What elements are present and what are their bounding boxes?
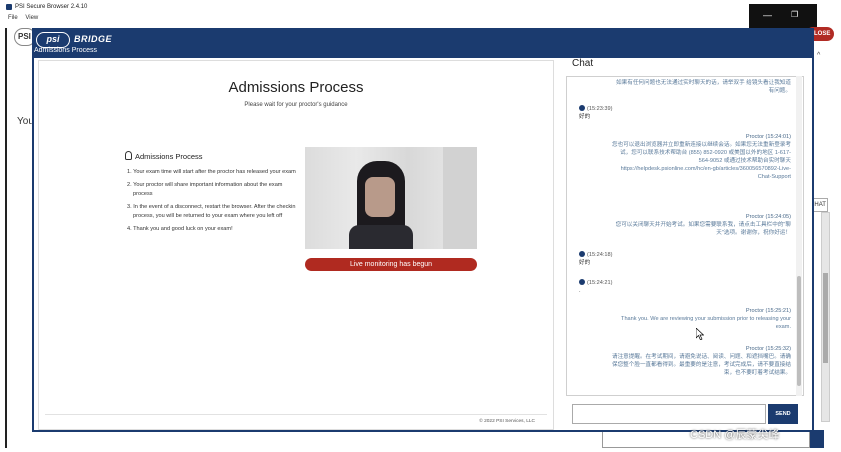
chat-message-time: (15:24:21): [579, 279, 613, 286]
chat-message: (15:24:18) 好的: [579, 251, 779, 267]
header-subtitle: Admissions Process: [34, 47, 98, 54]
live-monitoring-banner: Live monitoring has begun: [305, 258, 477, 271]
footer-divider: [45, 414, 547, 415]
chat-scrollbar[interactable]: [796, 76, 802, 396]
minimize-icon[interactable]: —: [763, 10, 772, 20]
instructions-list: 1. Your exam time will start after the p…: [127, 168, 297, 238]
user-icon: [579, 279, 585, 285]
chat-input[interactable]: [572, 404, 766, 424]
chat-log[interactable]: 如果有任何问题也无法通过实时聊天的话，请举双手 给镜头看让我知道有问题。 (15…: [566, 76, 804, 396]
mouse-cursor-icon: [696, 328, 704, 340]
chat-message-text: 好的: [579, 114, 591, 120]
chat-message-text: 如果有任何问题也无法通过实时聊天的话，请举双手 给镜头看让我知道有问题。: [616, 80, 791, 94]
bridge-logo: BRIDGE: [74, 34, 113, 44]
chat-message-time: (15:23:39): [579, 105, 613, 112]
chat-scroll-thumb[interactable]: [797, 276, 801, 386]
left-border: [5, 28, 7, 448]
main-pane: Admissions Process Please wait for your …: [38, 60, 554, 430]
photo-background: [443, 147, 477, 249]
psi-logo: psi: [36, 32, 70, 48]
chat-message-time-text: (15:24:21): [587, 280, 613, 286]
send-button[interactable]: SEND: [768, 404, 798, 424]
chat-message: Proctor (15:25:32) 请注意提醒。在考试期间，请避免说话、阅读、…: [611, 345, 791, 377]
background-scrollbar[interactable]: [821, 212, 830, 422]
photo-body: [349, 225, 413, 249]
instruction-item: 1. Your exam time will start after the p…: [127, 169, 296, 175]
chat-message-sender: Proctor (15:24:05): [745, 214, 791, 220]
maximize-icon[interactable]: ❐: [791, 10, 798, 19]
admissions-window: psi BRIDGE Admissions Process Admissions…: [32, 28, 814, 432]
instruction-item: 3. In the event of a disconnect, restart…: [127, 204, 296, 219]
chat-message-text: 好的: [579, 260, 591, 266]
background-button[interactable]: [810, 430, 824, 448]
outer-titlebar: PSI Secure Browser 2.4.10: [0, 0, 841, 14]
user-icon: [579, 251, 585, 257]
photo-face: [365, 177, 395, 217]
chat-message-text: 请注意提醒。在考试期间，请避免说话、阅读、问题、和遮挡嘴巴。请确保您整个脸一直都…: [611, 354, 791, 376]
instructions-title: Admissions Process: [125, 152, 203, 161]
chat-heading: Chat: [572, 58, 594, 69]
outer-menubar: File View: [8, 15, 44, 21]
chat-message-text: 您可以关闭聊天并开始考试。如果您需要联系我，请点击工具栏中的"聊天"选项。谢谢你…: [615, 222, 791, 236]
chat-message-sender: Proctor (15:25:21): [745, 308, 791, 314]
chat-message: Proctor (15:24:01) 您也可以退出浏览器并立即重新连接以继续会话…: [611, 133, 791, 181]
chat-message-sender: Proctor (15:24:01): [745, 134, 791, 140]
webcam-photo: [305, 147, 477, 249]
instruction-item: 2. Your proctor will share important inf…: [127, 182, 283, 197]
instruction-item: 4. Thank you and good luck on your exam!: [127, 226, 233, 232]
outer-window-title: PSI Secure Browser 2.4.10: [15, 4, 88, 10]
chat-message-time-text: (15:24:18): [587, 252, 613, 258]
page-subtitle: Please wait for your proctor's guidance: [244, 102, 348, 108]
screen: PSI Secure Browser 2.4.10 File View — ❐ …: [0, 0, 841, 452]
chat-message-text: 您也可以退出浏览器并立即重新连接以继续会话。如果您无法重新登录考试，您可以联系技…: [611, 142, 791, 180]
copyright: © 2022 PSI Services, LLC: [479, 419, 535, 424]
chat-panel: Chat 如果有任何问题也无法通过实时聊天的话，请举双手 给镜头看让我知道有问题…: [556, 58, 812, 430]
instructions-title-text: Admissions Process: [135, 152, 203, 161]
app-header: psi BRIDGE Admissions Process: [34, 30, 812, 58]
chat-message: (15:23:39) 好的: [579, 105, 779, 121]
app-icon: [6, 4, 12, 10]
menu-view[interactable]: View: [25, 15, 38, 21]
page-title: Admissions Process: [228, 79, 364, 96]
background-scroll-thumb[interactable]: [823, 273, 828, 363]
chat-message: 如果有任何问题也无法通过实时聊天的话，请举双手 给镜头看让我知道有问题。: [611, 79, 791, 95]
watermark: CSDN @辰蒙尖峰: [690, 429, 780, 441]
window-controls: — ❐: [749, 4, 817, 28]
chat-message: (15:24:21) .: [579, 279, 779, 295]
chat-message-time-text: (15:23:39): [587, 106, 613, 112]
user-icon: [579, 105, 585, 111]
menu-file[interactable]: File: [8, 15, 18, 21]
chat-message-time: (15:24:18): [579, 251, 613, 258]
background-caret-icon[interactable]: ^: [817, 52, 820, 59]
chat-message-text: .: [579, 288, 581, 294]
chat-message-sender: Proctor (15:25:32): [745, 346, 791, 352]
chat-message: Proctor (15:24:05) 您可以关闭聊天并开始考试。如果您需要联系我…: [611, 213, 791, 237]
